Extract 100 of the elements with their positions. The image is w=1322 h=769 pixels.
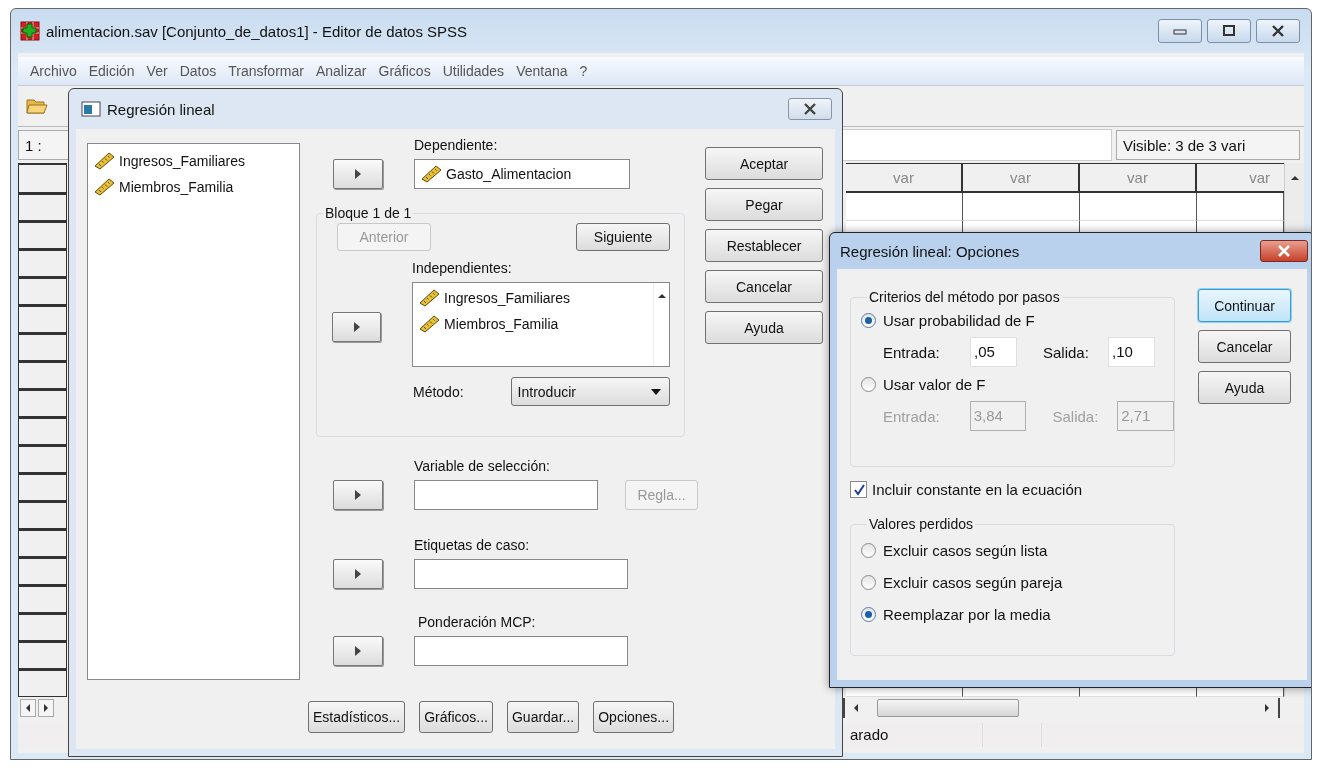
- dialog-button[interactable]: Aceptar: [705, 147, 823, 180]
- left-arrow-icon[interactable]: [853, 704, 859, 712]
- menu-item[interactable]: Ver: [140, 63, 174, 79]
- folder-icon[interactable]: [26, 97, 48, 115]
- table-cell[interactable]: [1197, 193, 1284, 221]
- list-item[interactable]: Miembros_Familia: [444, 316, 559, 332]
- dependent-field[interactable]: Gasto_Alimentacion: [414, 159, 630, 189]
- row-header[interactable]: [18, 193, 67, 221]
- move-button[interactable]: [333, 559, 383, 589]
- checkbox[interactable]: [850, 481, 867, 498]
- row-header[interactable]: [18, 305, 67, 333]
- dialog-button[interactable]: Gráficos...: [419, 701, 493, 733]
- row-header[interactable]: [18, 585, 67, 613]
- up-arrow-icon[interactable]: [1289, 175, 1300, 181]
- variable-list[interactable]: Ingresos_Familiares Miembros_Familia: [87, 143, 300, 680]
- table-cell[interactable]: [1080, 193, 1197, 221]
- radio-button[interactable]: [861, 312, 876, 328]
- option-label[interactable]: Excluir casos según pareja: [883, 573, 1063, 591]
- dialog-button[interactable]: Opciones...: [593, 701, 675, 733]
- menu-item[interactable]: Utilidades: [436, 63, 511, 79]
- row-header[interactable]: [18, 361, 67, 389]
- option-label[interactable]: Usar probabilidad de F: [883, 311, 1035, 329]
- scroll-left-button[interactable]: [20, 699, 36, 717]
- row-header[interactable]: [18, 277, 67, 305]
- weight-field[interactable]: [414, 636, 628, 666]
- maximize-button[interactable]: [1207, 19, 1251, 43]
- checkbox-label[interactable]: Incluir constante en la ecuación: [872, 481, 1083, 498]
- triangle-icon: [355, 646, 361, 656]
- scrollbar-thumb[interactable]: [877, 699, 1019, 717]
- dialog-button[interactable]: Guardar...: [506, 701, 580, 733]
- option-label[interactable]: Excluir casos según lista: [883, 541, 1048, 559]
- row-header[interactable]: [18, 249, 67, 277]
- dialog-button[interactable]: Ayuda: [1198, 371, 1291, 404]
- row-header[interactable]: [18, 613, 67, 641]
- menu-item[interactable]: Ventana: [510, 63, 574, 79]
- close-button[interactable]: [1256, 19, 1300, 43]
- entry-field[interactable]: ,05: [970, 337, 1017, 367]
- move-button[interactable]: [333, 636, 383, 666]
- menu-item[interactable]: Gráficos: [372, 63, 437, 79]
- list-item[interactable]: Miembros_Familia: [119, 179, 234, 195]
- dialog-button[interactable]: Restablecer: [705, 229, 823, 262]
- up-arrow-icon[interactable]: [656, 293, 667, 299]
- removal-field[interactable]: ,10: [1108, 337, 1155, 367]
- row-header[interactable]: [18, 501, 67, 529]
- independent-list[interactable]: Ingresos_Familiares Miembros_Familia: [412, 282, 670, 367]
- dialog-button[interactable]: Ayuda: [705, 311, 823, 344]
- case-labels-field[interactable]: [414, 559, 628, 589]
- list-item[interactable]: Ingresos_Familiares: [119, 153, 246, 169]
- menu-item[interactable]: Analizar: [309, 63, 373, 79]
- ruler-icon: [419, 289, 441, 307]
- field-label: Dependiente:: [414, 136, 499, 154]
- close-button[interactable]: [1260, 240, 1308, 262]
- minimize-button[interactable]: [1158, 19, 1202, 43]
- move-button[interactable]: [333, 159, 383, 189]
- option-label[interactable]: Usar valor de F: [883, 375, 986, 393]
- method-dropdown[interactable]: Introducir: [510, 377, 670, 406]
- row-header[interactable]: [18, 333, 67, 361]
- move-button[interactable]: [332, 312, 381, 342]
- status-text: arado: [850, 723, 983, 747]
- close-button[interactable]: [788, 98, 832, 120]
- menu-item[interactable]: Datos: [173, 63, 223, 79]
- scroll-right-button[interactable]: [38, 699, 54, 717]
- row-header[interactable]: [18, 221, 67, 249]
- radio-button[interactable]: [861, 606, 876, 622]
- dialog-button[interactable]: Pegar: [705, 188, 823, 221]
- row-header[interactable]: [18, 417, 67, 445]
- row-header[interactable]: [18, 389, 67, 417]
- radio-button[interactable]: [861, 376, 876, 392]
- horizontal-scrollbar[interactable]: [843, 698, 1280, 718]
- field-label: Salida:: [1043, 343, 1090, 361]
- move-button[interactable]: [333, 480, 383, 510]
- next-button[interactable]: Siguiente: [576, 223, 670, 251]
- row-header[interactable]: [18, 641, 67, 669]
- group-title: Criterios del método por pasos: [868, 289, 1061, 305]
- dialog-button[interactable]: Continuar: [1198, 289, 1291, 322]
- option-label[interactable]: Reemplazar por la media: [883, 605, 1051, 623]
- right-arrow-icon[interactable]: [1264, 704, 1270, 712]
- row-header[interactable]: [18, 557, 67, 585]
- list-item[interactable]: Ingresos_Familiares: [444, 290, 571, 306]
- table-cell[interactable]: [963, 193, 1080, 221]
- row-header[interactable]: [18, 445, 67, 473]
- menu-item[interactable]: Edición: [82, 63, 141, 79]
- dialog-button[interactable]: Cancelar: [1198, 330, 1291, 363]
- field-label: Etiquetas de caso:: [414, 536, 531, 554]
- menu-item[interactable]: ?: [573, 63, 594, 79]
- selection-field[interactable]: [414, 480, 598, 510]
- field-label: Ponderación MCP:: [418, 613, 537, 631]
- row-header[interactable]: [18, 669, 67, 697]
- field-label: Independientes:: [412, 259, 513, 277]
- row-header[interactable]: [18, 529, 67, 557]
- dialog-button[interactable]: Estadísticos...: [308, 701, 406, 733]
- menu-item[interactable]: Transformar: [222, 63, 310, 79]
- dialog-button[interactable]: Cancelar: [705, 270, 823, 303]
- menu-item[interactable]: Archivo: [18, 63, 83, 79]
- radio-button[interactable]: [861, 542, 876, 558]
- list-scrollbar[interactable]: [653, 283, 669, 366]
- triangle-icon: [353, 322, 360, 332]
- row-header[interactable]: [18, 473, 67, 501]
- radio-button[interactable]: [861, 574, 876, 590]
- table-cell[interactable]: [846, 193, 963, 221]
